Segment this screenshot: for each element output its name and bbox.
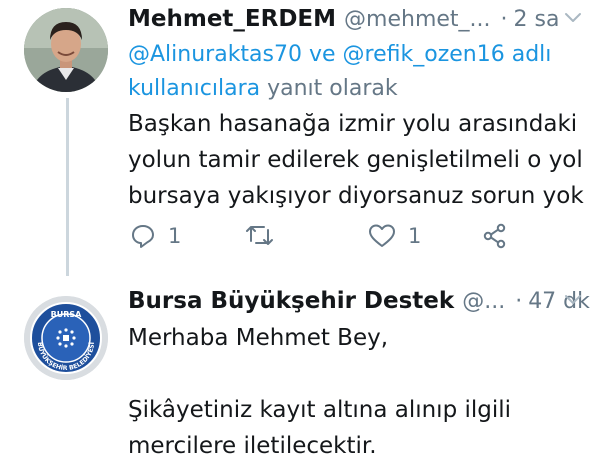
share-icon (483, 223, 506, 249)
avatar[interactable] (24, 8, 108, 92)
tweet-header: Bursa Büyükşehir Destek @... · 47 dk (128, 284, 590, 318)
reply-count: 1 (168, 224, 182, 248)
svg-text:BURSA: BURSA (51, 310, 83, 319)
tweet-header: Mehmet_ERDEM @mehmet_... · 2 sa (128, 2, 590, 36)
reply-suffix: yanıt olarak (260, 76, 398, 101)
like-count: 1 (408, 224, 422, 248)
tweet-text: Başkan hasanağa izmir yolu arasındaki yo… (128, 111, 584, 209)
author-name[interactable]: Mehmet_ERDEM (128, 6, 336, 32)
tweet-bursa-destek[interactable]: BURSA BÜYÜKŞEHİR BELEDİYESİ Bursa Büyükş… (0, 282, 600, 459)
mention-users-link[interactable]: kullanıcılara (128, 76, 260, 101)
like-button[interactable]: 1 (368, 218, 421, 254)
author-handle[interactable]: @... (462, 289, 505, 314)
retweet-button[interactable] (244, 218, 288, 254)
mention-link[interactable]: @refik_ozen16 (343, 42, 505, 67)
chevron-down-icon[interactable] (564, 290, 582, 308)
heart-icon (369, 224, 395, 247)
thread-line (66, 98, 69, 276)
author-handle[interactable]: @mehmet_... (344, 7, 490, 32)
tweet-mehmet[interactable]: Mehmet_ERDEM @mehmet_... · 2 sa @Alinura… (0, 0, 600, 282)
reply-suffix: adlı (504, 42, 552, 67)
retweet-icon (246, 226, 273, 245)
replying-to: @Alinuraktas70 ve @refik_ozen16 adlı kull… (128, 38, 568, 106)
author-name[interactable]: Bursa Büyükşehir Destek (128, 288, 454, 314)
tweet-text: Merhaba Mehmet Bey, Şikâyetiniz kayıt al… (128, 325, 512, 459)
reply-conjunction: ve (302, 42, 343, 67)
separator-dot: · (500, 6, 508, 32)
separator-dot: · (515, 288, 523, 314)
reply-icon (132, 225, 154, 248)
chevron-down-icon[interactable] (564, 8, 582, 26)
avatar[interactable]: BURSA BÜYÜKŞEHİR BELEDİYESİ (24, 296, 108, 380)
tweet-actions: 1 1 (128, 218, 548, 254)
avatar-photo (24, 8, 108, 92)
share-button[interactable] (482, 218, 508, 254)
reply-button[interactable]: 1 (130, 218, 181, 254)
logo-image: BURSA BÜYÜKŞEHİR BELEDİYESİ (24, 296, 108, 380)
timestamp[interactable]: 2 sa (514, 7, 560, 32)
mention-link[interactable]: @Alinuraktas70 (128, 42, 302, 67)
